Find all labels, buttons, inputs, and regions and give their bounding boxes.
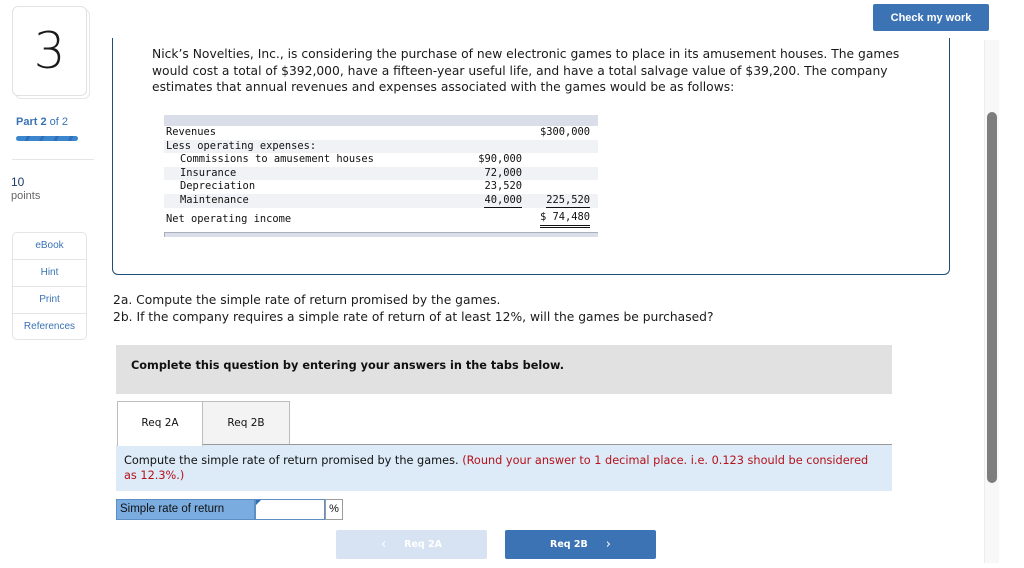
- points-value: 10: [11, 175, 25, 189]
- scrollbar-thumb[interactable]: [987, 112, 997, 483]
- prev-req-label: Req 2A: [404, 539, 443, 550]
- tools-menu: eBook Hint Print References: [12, 232, 87, 340]
- input-flag-icon: [256, 500, 261, 505]
- tab-instruction: Compute the simple rate of return promis…: [116, 445, 892, 491]
- points-label: points: [11, 190, 41, 202]
- statement-row-less: Less operating expenses:: [164, 139, 598, 154]
- problem-intro: Nick’s Novelties, Inc., is considering t…: [152, 47, 900, 94]
- ebook-link[interactable]: eBook: [13, 233, 86, 260]
- next-req-button[interactable]: Req 2B ›: [505, 530, 656, 559]
- simple-rate-of-return-input[interactable]: [255, 499, 325, 520]
- statement-row-expense: Commissions to amusement houses $90,000: [164, 153, 598, 167]
- part-progress-bar: [16, 136, 78, 141]
- statement-row-revenues: Revenues $300,000: [164, 126, 598, 140]
- question-number: 3: [33, 22, 66, 80]
- row-value: $90,000: [478, 153, 522, 166]
- requirement-2b: 2b. If the company requires a simple rat…: [113, 309, 714, 324]
- row-value: 40,000: [484, 193, 522, 208]
- check-my-work-button[interactable]: Check my work: [873, 4, 989, 31]
- instruction-text: Compute the simple rate of return promis…: [124, 454, 459, 467]
- net-income-value: $ 74,480: [539, 210, 590, 228]
- income-statement: Revenues $300,000 Less operating expense…: [164, 115, 598, 237]
- prev-req-button[interactable]: ‹ Req 2A: [336, 530, 487, 559]
- next-req-label: Req 2B: [550, 539, 588, 550]
- total-expenses-value: 225,520: [546, 193, 590, 208]
- row-label: Revenues: [166, 126, 217, 138]
- part-current: 2: [40, 116, 47, 128]
- divider: [12, 159, 94, 160]
- statement-header-band: [164, 115, 598, 126]
- statement-footer-band: [164, 231, 598, 237]
- part-indicator: Part 2 of 2: [16, 116, 68, 128]
- part-suffix: of 2: [49, 116, 69, 128]
- statement-row-net: Net operating income $ 74,480: [164, 210, 598, 228]
- statement-row-expense: Insurance 72,000: [164, 166, 598, 181]
- instruction-banner: Complete this question by entering your …: [116, 345, 892, 394]
- part-prefix: Part: [16, 116, 38, 128]
- tab-req-2a[interactable]: Req 2A: [117, 401, 203, 446]
- row-value: $300,000: [539, 126, 590, 138]
- references-link[interactable]: References: [13, 314, 86, 339]
- answer-label: Simple rate of return: [116, 499, 255, 520]
- requirement-2a: 2a. Compute the simple rate of return pr…: [113, 293, 501, 307]
- chevron-left-icon: ‹: [380, 537, 387, 552]
- requirements: 2a. Compute the simple rate of return pr…: [113, 292, 913, 325]
- row-label: Less operating expenses:: [166, 139, 317, 152]
- row-label: Commissions to amusement houses: [180, 153, 374, 166]
- tab-req-2b[interactable]: Req 2B: [202, 401, 290, 445]
- row-label: Net operating income: [166, 212, 292, 225]
- row-value: 23,520: [484, 180, 522, 193]
- row-value: 72,000: [484, 166, 522, 179]
- row-label: Insurance: [180, 166, 237, 179]
- percent-unit: %: [325, 499, 343, 520]
- row-label: Maintenance: [180, 193, 249, 206]
- hint-link[interactable]: Hint: [13, 260, 86, 287]
- question-number-card: 3: [12, 6, 87, 96]
- row-label: Depreciation: [180, 180, 256, 193]
- statement-row-expense: Maintenance 40,000 225,520: [164, 193, 598, 208]
- print-link[interactable]: Print: [13, 287, 86, 314]
- statement-row-expense: Depreciation 23,520: [164, 180, 598, 194]
- chevron-right-icon: ›: [605, 537, 611, 552]
